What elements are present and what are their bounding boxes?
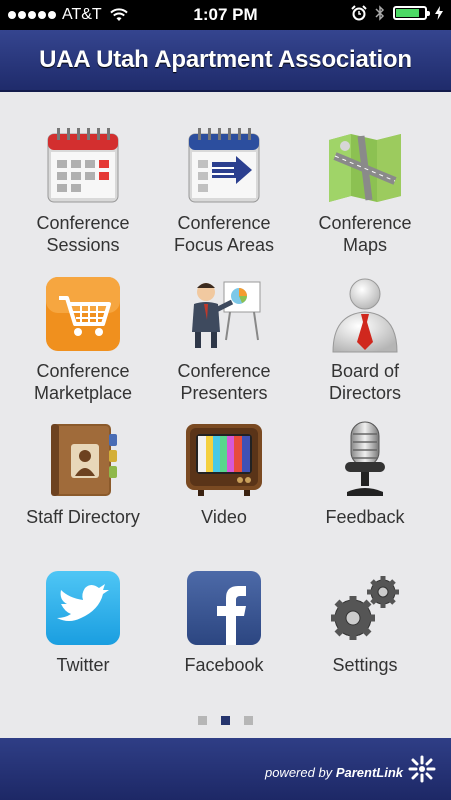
calendar-icon	[47, 128, 119, 203]
tile-label-line1: Board of	[330, 361, 400, 381]
tile-twitter[interactable]: Twitter	[8, 568, 158, 676]
tile-label-line1: Twitter	[56, 655, 110, 675]
app-header: UAA Utah Apartment Association	[0, 30, 451, 92]
map-icon	[329, 134, 401, 202]
tile-label-line2: Marketplace	[33, 383, 133, 403]
app-screen: AT&T 1:07 PM UAA Utah Apartment Associat…	[0, 0, 451, 800]
tile-feedback[interactable]: Feedback	[290, 420, 440, 528]
calendar-arrows-icon	[188, 128, 260, 203]
app-footer: powered by ParentLink	[0, 738, 451, 800]
gears-icon	[331, 576, 399, 640]
tile-label: Video	[149, 506, 299, 528]
status-bar: AT&T 1:07 PM	[0, 0, 451, 30]
tile-label: Facebook	[149, 654, 299, 676]
tile-label: Feedback	[290, 506, 440, 528]
tile-conference-sessions[interactable]: Conference Sessions	[8, 126, 158, 256]
tile-label-line1: Facebook	[184, 655, 264, 675]
tile-label-line1: Video	[201, 507, 247, 527]
tile-label: Staff Directory	[8, 506, 158, 528]
presenter-icon	[192, 281, 261, 348]
tile-label: Twitter	[8, 654, 158, 676]
menu-grid: Conference Sessions Conference Focus Area	[0, 92, 451, 732]
address-book-icon	[51, 424, 117, 496]
page-indicator[interactable]	[0, 716, 451, 725]
tile-label-line1: Conference	[36, 361, 130, 381]
app-title: UAA Utah Apartment Association	[39, 46, 412, 73]
tile-label-line1: Conference	[177, 213, 271, 233]
tile-video[interactable]: Video	[149, 420, 299, 528]
tile-label-line2: Presenters	[180, 383, 268, 403]
twitter-icon	[46, 571, 120, 645]
tile-facebook[interactable]: Facebook	[149, 568, 299, 676]
tile-label: Conference Maps	[290, 212, 440, 256]
battery-icon	[393, 6, 430, 20]
tile-conference-marketplace[interactable]: Conference Marketplace	[8, 274, 158, 404]
tile-board-of-directors[interactable]: Board of Directors	[290, 274, 440, 404]
tv-icon	[186, 424, 262, 496]
powered-by-label: powered by	[264, 765, 333, 780]
tile-label-line2: Focus Areas	[173, 235, 275, 255]
facebook-icon	[187, 571, 261, 645]
tile-conference-maps[interactable]: Conference Maps	[290, 126, 440, 256]
charging-icon	[435, 6, 443, 20]
tile-conference-focus-areas[interactable]: Conference Focus Areas	[149, 126, 299, 256]
alarm-icon	[351, 5, 367, 21]
tile-label-line2: Maps	[342, 235, 387, 255]
tile-label-line2: Sessions	[46, 235, 120, 255]
tile-label-line1: Staff Directory	[26, 507, 140, 527]
tile-label: Conference Marketplace	[8, 360, 158, 404]
parentlink-logo-icon	[408, 755, 436, 783]
tile-label: Conference Focus Areas	[149, 212, 299, 256]
brand-name: ParentLink	[335, 765, 403, 780]
page-dot-3[interactable]	[244, 716, 253, 725]
bluetooth-icon	[375, 5, 385, 21]
tile-label-line1: Conference	[318, 213, 412, 233]
tile-label-line1: Feedback	[325, 507, 405, 527]
tile-label: Conference Presenters	[149, 360, 299, 404]
tile-settings[interactable]: Settings	[290, 568, 440, 676]
tile-label-line1: Conference	[36, 213, 130, 233]
page-dot-2[interactable]	[221, 716, 230, 725]
powered-by-text: powered by ParentLink	[265, 765, 403, 780]
tile-staff-directory[interactable]: Staff Directory	[8, 420, 158, 528]
tile-label: Conference Sessions	[8, 212, 158, 256]
person-tie-icon	[332, 278, 398, 353]
tile-label: Board of Directors	[290, 360, 440, 404]
tile-label-line2: Directors	[328, 383, 401, 403]
shopping-cart-icon	[46, 277, 120, 351]
tile-label: Settings	[290, 654, 440, 676]
page-dot-1[interactable]	[198, 716, 207, 725]
tile-label-line1: Conference	[177, 361, 271, 381]
tile-label-line1: Settings	[332, 655, 398, 675]
tile-conference-presenters[interactable]: Conference Presenters	[149, 274, 299, 404]
microphone-icon	[345, 421, 385, 496]
